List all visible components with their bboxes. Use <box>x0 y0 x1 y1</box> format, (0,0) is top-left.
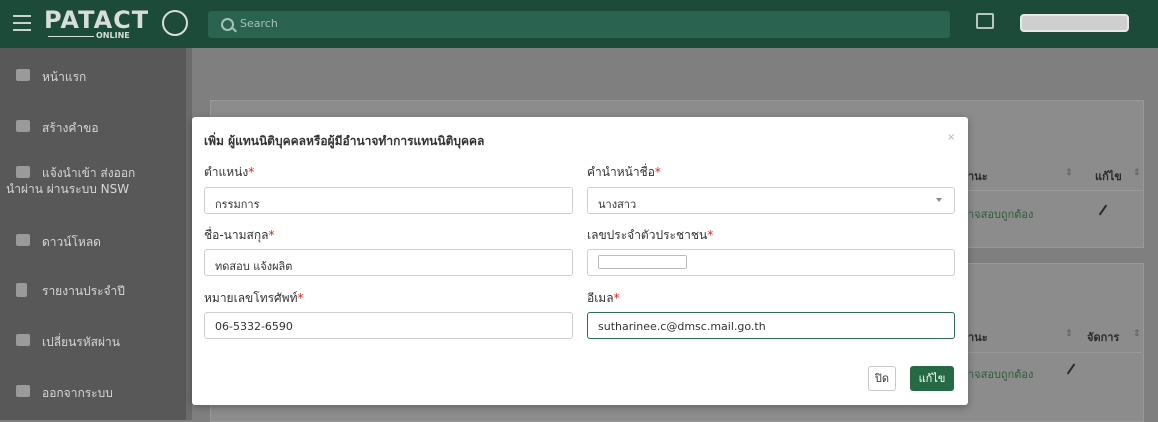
sidebar-item-nsw[interactable]: แจ้งนำเข้า ส่งออก นำผ่าน ผ่านระบบ NSW <box>0 156 186 204</box>
sidebar-item-label: รายงานประจำปี <box>42 284 125 298</box>
edit-button[interactable]: แก้ไข <box>910 366 954 391</box>
home-icon <box>16 69 30 81</box>
position-value: กรรมการ <box>215 198 260 211</box>
bg-col-edit-1: แก้ไข <box>1095 170 1122 183</box>
search-icon <box>221 18 234 31</box>
sidebar-item-home[interactable]: หน้าแรก <box>0 54 186 98</box>
phone-label: หมายเลขโทรศัพท์* <box>204 291 304 305</box>
add-representative-modal: เพิ่ม ผู้แทนนิติบุคคลหรือผู้มีอำนาจทำการ… <box>192 117 968 405</box>
prefix-value: นางสาว <box>598 198 637 211</box>
menu-icon[interactable] <box>13 15 31 31</box>
download-icon <box>16 234 30 246</box>
chevron-down-icon <box>936 198 942 202</box>
sidebar-item-change-password[interactable]: เปลี่ยนรหัสผ่าน <box>0 319 186 363</box>
bg-status-1: าจสอบถูกต้อง <box>968 208 1034 221</box>
sidebar-item-label: สร้างคำขอ <box>42 121 99 135</box>
logo-subtitle: ONLINE <box>96 31 130 40</box>
idcard-field[interactable] <box>587 249 955 276</box>
position-label: ตำแหน่ง* <box>204 165 255 179</box>
sidebar-item-download[interactable]: ดาวน์โหลด <box>0 218 186 262</box>
email-field[interactable]: sutharinee.c@dmsc.mail.go.th <box>587 312 955 339</box>
sidebar-item-logout[interactable]: ออกจากระบบ <box>0 370 186 414</box>
gears-icon <box>16 334 30 346</box>
notification-icon[interactable] <box>976 13 994 29</box>
sidebar-item-label: ดาวน์โหลด <box>42 235 101 249</box>
search-input[interactable]: Search <box>208 11 950 38</box>
user-menu-button[interactable] <box>1020 14 1129 32</box>
logout-icon <box>16 385 30 397</box>
sort-icon[interactable]: ⇕ <box>1133 329 1141 339</box>
close-button[interactable]: ปิด <box>868 366 896 391</box>
divider <box>968 190 1142 191</box>
idcard-masked-box <box>598 255 687 269</box>
phone-value: 06-5332-6590 <box>215 320 293 333</box>
logo-text: PATACT <box>44 6 150 34</box>
email-value: sutharinee.c@dmsc.mail.go.th <box>598 320 766 333</box>
search-placeholder: Search <box>240 17 278 30</box>
document-icon <box>16 283 27 297</box>
close-icon[interactable]: × <box>947 132 955 143</box>
top-header: PATACT ONLINE Search <box>0 0 1158 48</box>
sort-icon[interactable]: ⇕ <box>1065 329 1073 339</box>
caduceus-emblem-icon <box>162 10 188 36</box>
sort-icon[interactable]: ⇕ <box>1065 168 1073 178</box>
sidebar-item-label: หน้าแรก <box>42 70 87 84</box>
sort-icon[interactable]: ⇕ <box>1133 168 1141 178</box>
fullname-value: ทดสอบ แจ้งผลิต <box>215 260 293 273</box>
sidebar-item-annual-report[interactable]: รายงานประจำปี <box>0 268 186 312</box>
patact-logo[interactable]: PATACT ONLINE <box>44 6 188 42</box>
prefix-select[interactable]: นางสาว <box>587 187 955 214</box>
idcard-label: เลขประจำตัวประชาชน* <box>587 228 714 242</box>
modal-title: เพิ่ม ผู้แทนนิติบุคคลหรือผู้มีอำนาจทำการ… <box>204 134 485 148</box>
bg-col-manage-2: จัดการ <box>1087 331 1120 344</box>
email-label: อีเมล* <box>587 291 620 305</box>
phone-field[interactable]: 06-5332-6590 <box>204 312 573 339</box>
pencil-icon <box>16 120 30 132</box>
bg-col-status-1: านะ <box>968 170 988 183</box>
position-field[interactable]: กรรมการ <box>204 187 573 214</box>
sidebar-item-label: เปลี่ยนรหัสผ่าน <box>42 335 120 349</box>
plane-icon <box>16 166 30 178</box>
bg-status-2: าจสอบถูกต้อง <box>968 368 1034 381</box>
name-label: ชื่อ-นามสกุล* <box>204 228 275 242</box>
fullname-field[interactable]: ทดสอบ แจ้งผลิต <box>204 249 573 276</box>
divider <box>968 352 1142 353</box>
sidebar-item-label: ออกจากระบบ <box>42 386 113 400</box>
logo-underline <box>48 36 94 37</box>
bg-col-status-2: านะ <box>968 331 988 344</box>
sidebar: หน้าแรก สร้างคำขอ แจ้งนำเข้า ส่งออก นำผ่… <box>0 48 186 420</box>
sidebar-item-create-request[interactable]: สร้างคำขอ <box>0 104 186 148</box>
sidebar-item-label-line2: นำผ่าน ผ่านระบบ NSW <box>6 182 130 196</box>
prefix-label: คำนำหน้าชื่อ* <box>587 165 661 179</box>
